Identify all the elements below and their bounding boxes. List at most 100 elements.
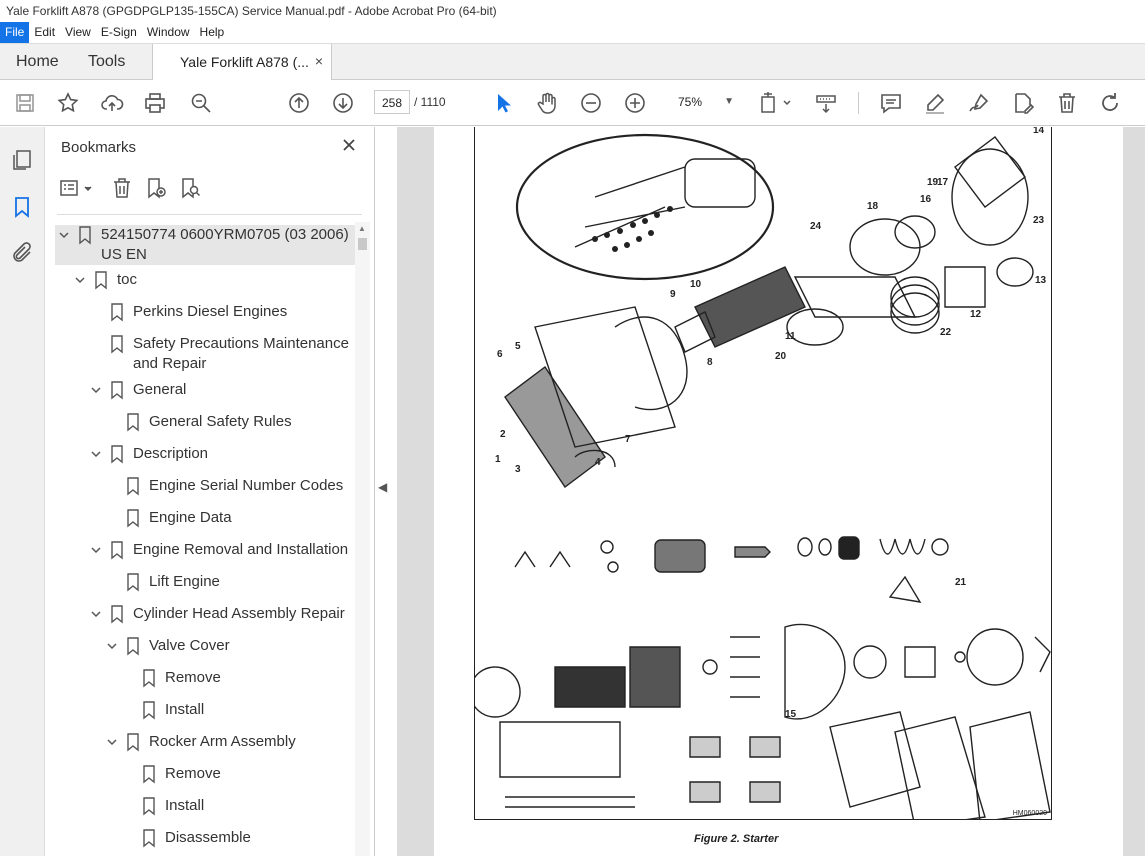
bookmark-rocker-remove[interactable]: Remove xyxy=(141,764,355,796)
bookmark-label: General xyxy=(133,381,187,398)
chevron-down-icon[interactable] xyxy=(89,447,103,461)
page-number-input[interactable]: 258 xyxy=(374,90,410,114)
bookmark-label: Install xyxy=(165,797,205,814)
rotate-icon[interactable] xyxy=(1098,91,1122,115)
bookmark-root[interactable]: 524150774 0600YRM0705 (03 2006) US EN xyxy=(55,225,355,265)
options-menu-icon[interactable] xyxy=(59,177,97,199)
window-title: Yale Forklift A878 (GPGDPGLP135-155CA) S… xyxy=(0,0,1145,22)
bookmark-icon xyxy=(127,477,139,496)
chevron-down-icon[interactable] xyxy=(57,228,71,242)
page-total: / 1110 xyxy=(414,95,446,109)
bookmark-toc[interactable]: toc xyxy=(71,270,355,302)
bookmark-rocker-arm[interactable]: Rocker Arm Assembly xyxy=(103,732,355,764)
print-icon[interactable] xyxy=(143,91,167,115)
attachments-icon[interactable] xyxy=(10,241,34,265)
bookmark-scrollbar[interactable]: ▲ xyxy=(355,222,370,856)
bookmark-label-line2: US EN xyxy=(101,246,147,263)
draw-sign-icon[interactable] xyxy=(967,91,991,115)
zoom-level-select[interactable]: 75% ▼ xyxy=(672,90,740,114)
find-bookmark-icon[interactable] xyxy=(179,177,201,199)
pdf-page: 1 2 3 4 5 6 7 8 9 10 11 12 13 14 15 16 17 18 19 20 21 22 23 24 … xyxy=(434,127,1123,856)
bookmark-icon xyxy=(111,445,123,464)
chevron-down-icon[interactable] xyxy=(105,735,119,749)
callout-label: 14 xyxy=(1033,127,1045,136)
scroll-up-icon[interactable]: ▲ xyxy=(358,224,366,233)
bookmarks-icon[interactable] xyxy=(10,195,34,219)
menu-help[interactable]: Help xyxy=(195,22,230,43)
upload-cloud-icon[interactable] xyxy=(100,91,124,115)
chevron-down-icon[interactable] xyxy=(89,383,103,397)
select-cursor-icon[interactable] xyxy=(491,91,515,115)
bookmark-safety[interactable]: Safety Precautions Maintenance and Repai… xyxy=(109,334,355,374)
zoom-in-icon[interactable] xyxy=(623,91,647,115)
bookmark-engine-removal[interactable]: Engine Removal and Installation xyxy=(87,540,355,572)
zoom-out-icon[interactable] xyxy=(579,91,603,115)
bookmark-engine-data[interactable]: Engine Data xyxy=(125,508,355,540)
edit-pdf-icon[interactable] xyxy=(1011,91,1035,115)
chevron-down-icon[interactable] xyxy=(89,607,103,621)
tab-close-icon[interactable]: × xyxy=(315,53,323,69)
hand-tool-icon[interactable] xyxy=(535,91,559,115)
bookmark-icon xyxy=(111,335,123,354)
bookmark-description[interactable]: Description xyxy=(87,444,355,476)
bookmark-label: 524150774 0600YRM0705 (03 2006) xyxy=(101,226,349,243)
bookmark-rocker-install[interactable]: Install xyxy=(141,796,355,828)
menu-file[interactable]: File xyxy=(0,22,30,43)
chevron-down-icon[interactable] xyxy=(89,543,103,557)
zoom-search-icon[interactable] xyxy=(189,91,213,115)
bookmark-cylinder-head[interactable]: Cylinder Head Assembly Repair xyxy=(87,604,355,636)
callout-label: 10 xyxy=(690,279,702,290)
next-page-icon[interactable] xyxy=(331,91,355,115)
menu-bar: File Edit View E-Sign Window Help xyxy=(0,22,1145,43)
callout-label: 11 xyxy=(785,331,796,342)
bookmark-icon xyxy=(143,797,155,816)
delete-trash-icon[interactable] xyxy=(1055,91,1079,115)
bookmark-label-line2: and Repair xyxy=(133,355,207,372)
bookmark-valve-cover[interactable]: Valve Cover xyxy=(103,636,355,668)
bookmark-icon xyxy=(127,509,139,528)
bookmark-valve-remove[interactable]: Remove xyxy=(141,668,355,700)
bookmark-label: Install xyxy=(165,701,205,718)
bookmark-valve-install[interactable]: Install xyxy=(141,700,355,732)
bookmark-rocker-disassemble[interactable]: Disassemble xyxy=(141,828,355,856)
scroll-mode-icon[interactable] xyxy=(814,91,838,115)
scrollbar-thumb[interactable] xyxy=(358,238,367,250)
document-view[interactable]: 1 2 3 4 5 6 7 8 9 10 11 12 13 14 15 16 17 18 19 20 21 22 23 24 … xyxy=(397,127,1145,856)
callout-label: 22 xyxy=(940,327,952,338)
close-icon[interactable] xyxy=(341,137,357,153)
bookmark-label: Lift Engine xyxy=(149,573,220,590)
page-fit-icon[interactable] xyxy=(758,91,792,115)
menu-window[interactable]: Window xyxy=(142,22,195,43)
starter-exploded-diagram: 1 2 3 4 5 6 7 8 9 10 11 12 13 14 15 16 17 18 19 20 21 22 23 24 … xyxy=(469,127,1052,828)
highlight-pen-icon[interactable] xyxy=(923,91,947,115)
callout-label: 6 xyxy=(497,349,503,360)
new-bookmark-icon[interactable] xyxy=(145,177,167,199)
menu-edit[interactable]: Edit xyxy=(29,22,60,43)
bookmark-icon xyxy=(143,669,155,688)
bookmark-label: Engine Data xyxy=(149,509,232,526)
collapse-panel-icon[interactable]: ◀ xyxy=(378,480,387,494)
tab-home[interactable]: Home xyxy=(16,44,59,81)
bookmark-label: Disassemble xyxy=(165,829,251,846)
panel-divider xyxy=(57,214,362,215)
chevron-down-icon[interactable] xyxy=(73,273,87,287)
tab-tools[interactable]: Tools xyxy=(88,44,125,81)
bookmark-general-safety[interactable]: General Safety Rules xyxy=(125,412,355,444)
callout-label: 23 xyxy=(1033,215,1045,226)
bookmark-perkins[interactable]: Perkins Diesel Engines xyxy=(109,302,355,334)
chevron-down-icon[interactable] xyxy=(105,639,119,653)
bookmark-serial-codes[interactable]: Engine Serial Number Codes xyxy=(125,476,355,508)
callout-label: 16 xyxy=(920,194,932,205)
star-icon[interactable] xyxy=(56,91,80,115)
bookmark-general[interactable]: General xyxy=(87,380,355,412)
bookmark-icon xyxy=(127,413,139,432)
page-thumbnails-icon[interactable] xyxy=(10,148,34,172)
previous-page-icon[interactable] xyxy=(287,91,311,115)
menu-esign[interactable]: E-Sign xyxy=(96,22,142,43)
save-icon[interactable] xyxy=(13,91,37,115)
tab-document[interactable]: Yale Forklift A878 (... × xyxy=(152,44,332,81)
comment-icon[interactable] xyxy=(879,91,903,115)
menu-view[interactable]: View xyxy=(60,22,96,43)
bookmark-lift-engine[interactable]: Lift Engine xyxy=(125,572,355,604)
delete-bookmark-icon[interactable] xyxy=(111,177,133,199)
